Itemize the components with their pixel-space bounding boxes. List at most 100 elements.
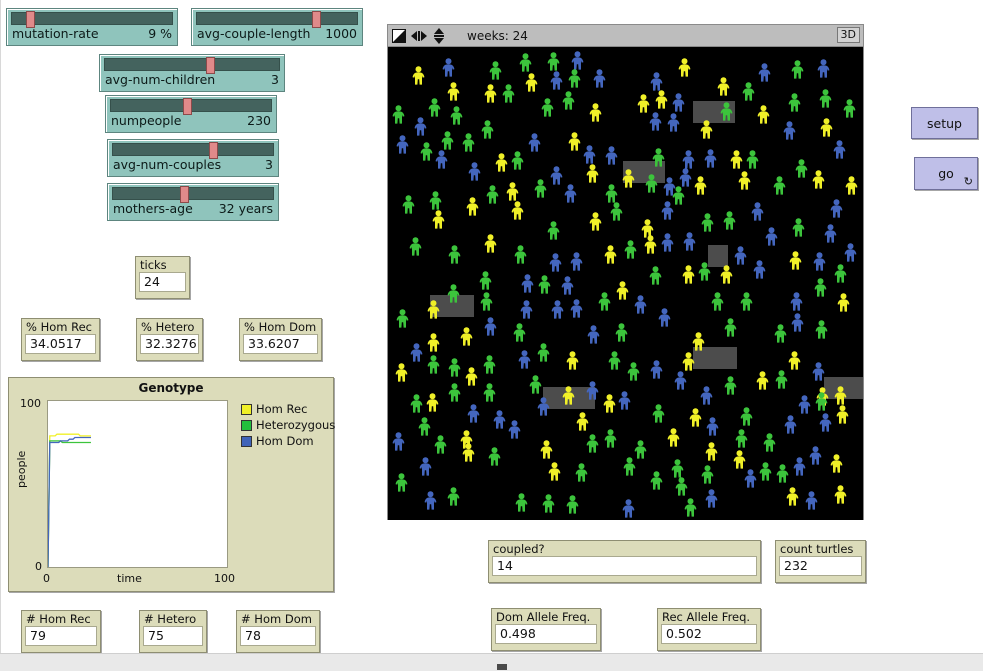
person-turtle [741,82,756,104]
monitor-label: count turtles [779,543,862,556]
person-turtle [604,184,619,206]
person-turtle [409,343,424,365]
world-canvas[interactable] [388,47,863,520]
slider-track[interactable] [196,12,358,25]
slider-track[interactable] [110,99,272,112]
monitor-value: 75 [143,626,203,646]
slider-value: 230 [247,113,271,128]
vertical-arrows-icon[interactable] [432,28,446,44]
person-turtle [739,407,754,429]
person-turtle [774,370,789,392]
person-turtle [561,91,576,113]
person-turtle [461,133,476,155]
person-turtle [479,292,494,314]
monitor-value: 33.6207 [243,334,318,354]
half-shaded-square-icon[interactable] [392,29,406,43]
go-button[interactable]: go ↻ [914,157,978,190]
slider-track[interactable] [112,143,274,156]
slider-track[interactable] [104,58,280,71]
person-turtle [621,499,636,520]
setup-button[interactable]: setup [911,107,978,139]
person-turtle [483,84,498,106]
slider-label: numpeople [111,113,181,128]
slider-mothers-age[interactable]: mothers-age 32 years [107,183,279,221]
monitor-value: 24 [139,272,186,292]
person-turtle [829,199,844,221]
person-turtle [549,71,564,93]
person-turtle [411,66,426,88]
person-turtle [485,185,500,207]
person-turtle [700,213,715,235]
plot-xlabel: time [117,572,142,585]
plot-xtick-min: 0 [43,572,50,585]
plot-ytick-max: 100 [20,397,41,410]
person-turtle [633,295,648,317]
monitor-pct-hom-dom: % Hom Dom 33.6207 [239,318,322,361]
legend-swatch-heterozygous [241,420,252,431]
person-turtle [833,386,848,408]
monitor-label: # Hom Rec [25,613,97,626]
slider-avg-num-couples[interactable]: avg-num-couples 3 [107,139,279,177]
resize-grip[interactable] [497,664,507,670]
person-turtle [483,234,498,256]
person-turtle [524,73,539,95]
person-turtle [395,135,410,157]
person-turtle [752,260,767,282]
person-turtle [833,485,848,507]
person-turtle [427,98,442,120]
plot-line-hom-rec [48,434,91,567]
slider-thumb[interactable] [180,186,189,203]
slider-track[interactable] [11,12,173,25]
person-turtle [737,171,752,193]
person-turtle [621,169,636,191]
slider-avg-couple-length[interactable]: avg-couple-length 1000 [191,8,363,46]
slider-thumb[interactable] [206,57,215,74]
person-turtle [811,362,826,384]
person-turtle [446,487,461,509]
slider-numpeople[interactable]: numpeople 230 [105,95,277,133]
slider-track[interactable] [112,187,274,200]
slider-avg-num-children[interactable]: avg-num-children 3 [99,54,285,92]
person-turtle [514,493,529,515]
person-turtle [518,53,533,75]
person-turtle [723,376,738,398]
person-turtle [574,463,589,485]
person-turtle [681,352,696,374]
world-view[interactable]: weeks: 24 3D [387,24,864,520]
person-turtle [691,332,706,354]
person-turtle [505,182,520,204]
slider-thumb[interactable] [183,98,192,115]
person-turtle [512,323,527,345]
slider-label: avg-num-couples [113,157,221,172]
button-3d[interactable]: 3D [837,27,860,43]
monitor-value: 0.502 [661,624,757,644]
person-turtle [391,432,406,454]
person-turtle [814,392,829,414]
slider-mutation-rate[interactable]: mutation-rate 9 % [6,8,178,46]
horizontal-arrows-icon[interactable] [411,29,427,43]
slider-thumb[interactable] [26,11,35,28]
person-turtle [391,105,406,127]
person-turtle [843,243,858,265]
person-turtle [836,293,851,315]
person-turtle [700,465,715,487]
person-turtle [447,383,462,405]
person-turtle [585,381,600,403]
slider-thumb[interactable] [312,11,321,28]
slider-thumb[interactable] [209,142,218,159]
person-turtle [772,176,787,198]
person-turtle [644,174,659,196]
person-turtle [666,113,681,135]
person-turtle [699,386,714,408]
person-turtle [426,333,441,355]
person-turtle [789,292,804,314]
plot-ytick-min: 0 [35,560,42,573]
person-turtle [682,232,697,254]
person-turtle [792,457,807,479]
person-turtle [716,77,731,99]
monitor-count-turtles: count turtles 232 [775,540,866,583]
person-turtle [755,371,770,393]
person-turtle [614,323,629,345]
person-turtle [563,184,578,206]
world-toolbar: weeks: 24 3D [388,25,863,47]
